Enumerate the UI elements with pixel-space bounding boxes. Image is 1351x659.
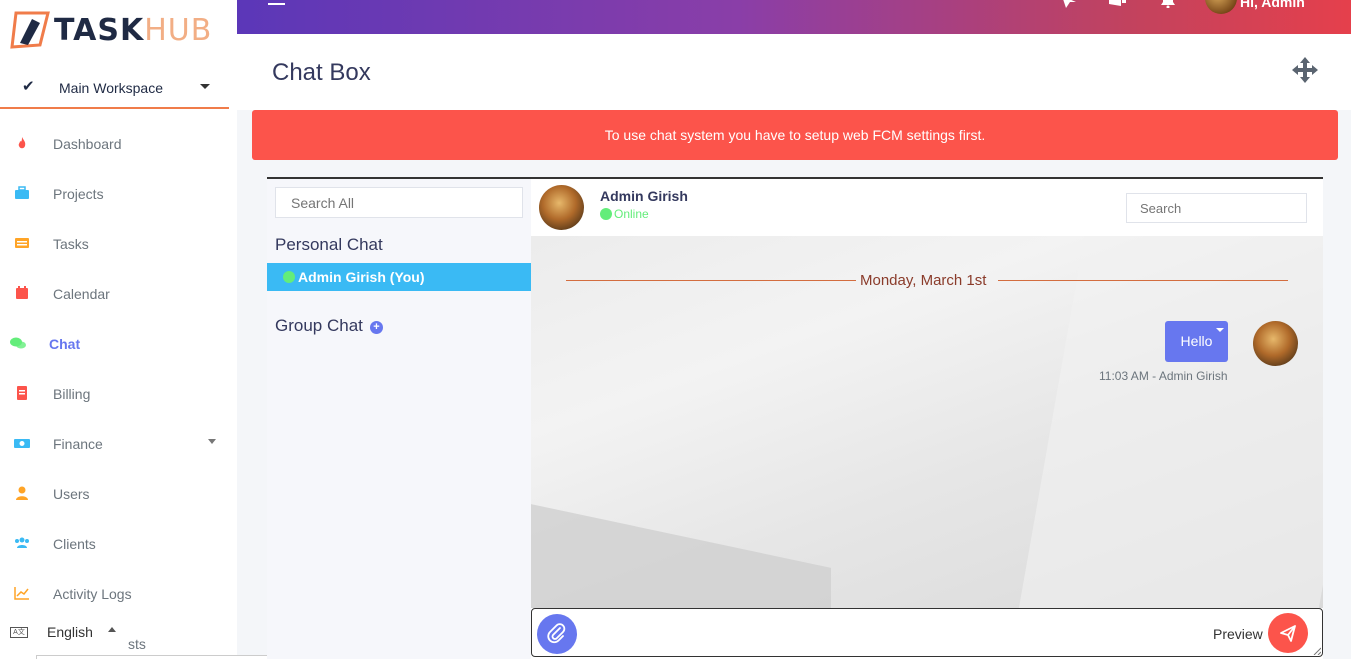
- sidebar-item-billing[interactable]: Billing: [0, 374, 237, 414]
- sidebar-item-activity-logs[interactable]: Activity Logs: [0, 574, 237, 614]
- sidebar-item-projects[interactable]: Projects: [0, 174, 237, 214]
- bell-icon[interactable]: [1159, 0, 1177, 8]
- date-divider-line: [998, 280, 1288, 281]
- receipt-icon: [17, 386, 27, 400]
- sidebar-item-users[interactable]: Users: [0, 474, 237, 514]
- resize-grip-icon[interactable]: [1313, 647, 1321, 655]
- paperclip-icon: [547, 623, 566, 644]
- user-avatar[interactable]: [1205, 0, 1237, 14]
- sidebar-item-label: Users: [53, 486, 90, 502]
- date-divider-line: [566, 280, 856, 281]
- money-icon: [14, 439, 30, 448]
- paper-plane-icon: [1280, 625, 1296, 642]
- sidebar-item-label: Chat: [49, 336, 81, 352]
- workspace-selector[interactable]: ✔ Main Workspace: [0, 68, 229, 109]
- logo-text-bold: TASK: [54, 12, 145, 48]
- language-selector[interactable]: A文 English: [10, 622, 116, 642]
- sidebar-item-partial-label: sts: [128, 636, 146, 652]
- users-icon: [15, 537, 29, 548]
- chart-line-icon: [14, 587, 29, 600]
- background-shape: [1010, 236, 1323, 608]
- message-meta: 11:03 AM - Admin Girish: [1099, 369, 1228, 383]
- online-status-dot: [283, 271, 295, 283]
- logo-icon: [10, 11, 50, 49]
- send-button[interactable]: [1268, 613, 1308, 653]
- sidebar-item-finance[interactable]: Finance: [0, 424, 237, 464]
- user-icon: [16, 486, 28, 500]
- arrows-move-icon[interactable]: [1291, 56, 1319, 84]
- sidebar-item-label: Billing: [53, 386, 91, 402]
- sidebar-item-label: Activity Logs: [53, 586, 132, 602]
- sidebar-item-label: Tasks: [53, 236, 89, 252]
- caret-down-icon[interactable]: [1216, 328, 1224, 332]
- chat-user-avatar: [539, 185, 584, 230]
- sidebar-item-chat[interactable]: Chat: [0, 324, 237, 364]
- check-icon: ✔: [22, 78, 35, 95]
- fcm-warning-alert: To use chat system you have to setup web…: [252, 110, 1338, 160]
- calendar-icon: [16, 286, 28, 299]
- top-navbar: Hi, Admin: [237, 0, 1351, 34]
- group-chat-heading: Group Chat: [275, 316, 363, 335]
- contact-name: Admin Girish (You): [298, 269, 425, 285]
- chat-messages-area[interactable]: Monday, March 1st Hello 11:03 AM - Admin…: [531, 236, 1323, 608]
- user-greeting[interactable]: Hi, Admin: [1240, 0, 1305, 10]
- logo-text-light: HUB: [144, 12, 213, 48]
- sidebar-item-clients[interactable]: Clients: [0, 524, 237, 564]
- page-header: Chat Box: [237, 34, 1351, 110]
- sidebar-item-label: Calendar: [53, 286, 110, 302]
- sidebar-item-label: Projects: [53, 186, 104, 202]
- chat-list-panel: Personal Chat Admin Girish (You) Group C…: [267, 177, 531, 659]
- sidebar-item-label: Clients: [53, 536, 96, 552]
- chat-header: Admin Girish Online: [531, 179, 1323, 236]
- message-text: Hello: [1180, 333, 1213, 349]
- chat-user-name: Admin Girish: [600, 188, 688, 204]
- message-composer[interactable]: Preview: [531, 608, 1323, 657]
- contact-item[interactable]: Admin Girish (You): [267, 263, 531, 291]
- sidebar-item-label: Finance: [53, 436, 103, 452]
- sidebar-item-calendar[interactable]: Calendar: [0, 274, 237, 314]
- language-label: English: [47, 624, 93, 640]
- search-all-input[interactable]: [275, 187, 523, 218]
- background-shape: [531, 504, 831, 608]
- add-group-icon[interactable]: +: [370, 321, 383, 334]
- sidebar-item-tasks[interactable]: Tasks: [0, 224, 237, 264]
- logo[interactable]: TASK HUB: [10, 8, 212, 52]
- chat-box: Admin Girish Online Monday, March 1st He…: [531, 177, 1323, 659]
- rocket-icon[interactable]: [1060, 0, 1078, 8]
- list-icon: [15, 238, 29, 248]
- language-icon: A文: [10, 626, 28, 638]
- sidebar-item-dashboard[interactable]: Dashboard: [0, 124, 237, 164]
- attach-button[interactable]: [537, 614, 577, 654]
- sidebar-item-label: Dashboard: [53, 136, 122, 152]
- personal-chat-heading: Personal Chat: [275, 235, 383, 254]
- chat-user-status: Online: [614, 207, 649, 221]
- bullhorn-icon[interactable]: [1109, 0, 1127, 8]
- workspace-label: Main Workspace: [59, 80, 164, 96]
- message-avatar: [1253, 321, 1298, 366]
- sidebar: TASK HUB ✔ Main Workspace Dashboard Proje…: [0, 0, 378, 659]
- hamburger-menu-icon[interactable]: [268, 0, 285, 8]
- message-bubble[interactable]: Hello: [1165, 321, 1228, 362]
- preview-label[interactable]: Preview: [1213, 626, 1263, 642]
- page-title: Chat Box: [272, 59, 371, 86]
- date-divider: Monday, March 1st: [860, 272, 987, 289]
- fire-icon: [18, 137, 26, 149]
- caret-down-icon: [208, 439, 216, 444]
- chat-search-input[interactable]: [1126, 193, 1307, 223]
- comments-icon: [10, 337, 26, 349]
- caret-up-icon: [108, 627, 116, 632]
- online-status-dot: [600, 208, 612, 220]
- briefcase-icon: [15, 186, 29, 199]
- caret-down-icon: [200, 84, 210, 89]
